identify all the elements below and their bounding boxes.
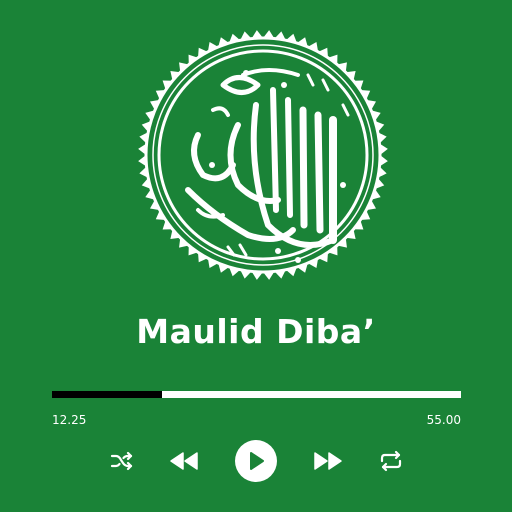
repeat-icon [380, 450, 402, 472]
playback-controls [0, 438, 512, 484]
previous-button[interactable] [166, 438, 202, 484]
track-title: Maulid Diba’ [136, 312, 376, 351]
play-circle [235, 440, 277, 482]
shuffle-button[interactable] [107, 438, 137, 484]
play-button[interactable] [234, 438, 278, 484]
progress-bar[interactable] [52, 391, 461, 398]
progress-fill [52, 391, 163, 398]
play-icon [250, 452, 264, 470]
album-artwork [128, 15, 398, 295]
elapsed-time: 12.25 [52, 413, 87, 427]
next-icon [314, 452, 342, 470]
shuffle-icon [110, 451, 133, 471]
arabic-calligraphy-emblem-icon [138, 30, 388, 280]
total-time: 55.00 [426, 413, 461, 427]
previous-icon [170, 452, 198, 470]
repeat-button[interactable] [376, 438, 406, 484]
next-button[interactable] [310, 438, 346, 484]
